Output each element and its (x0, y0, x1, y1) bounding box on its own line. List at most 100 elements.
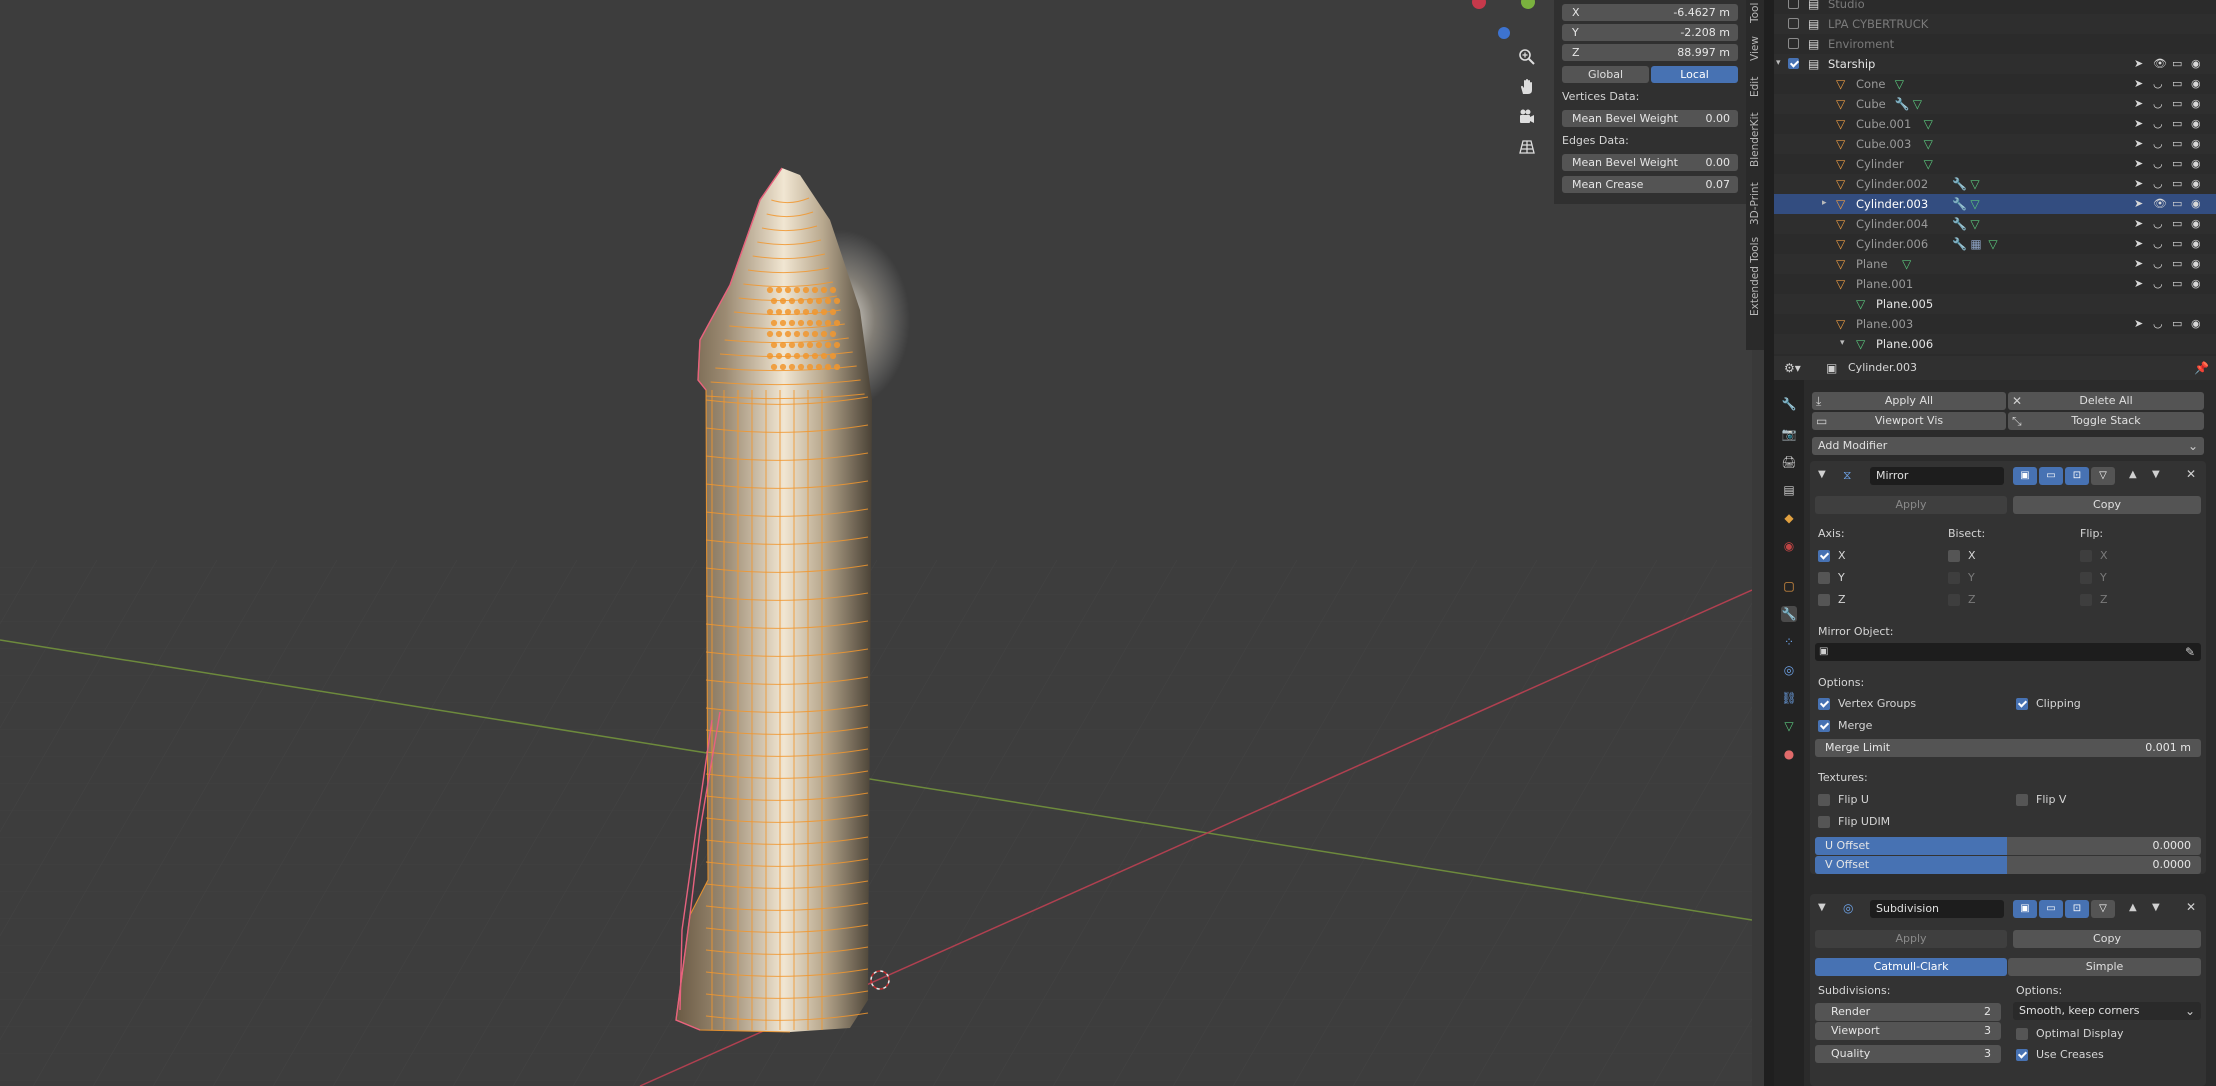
render-camera-icon[interactable]: ◉ (2191, 197, 2201, 210)
modifier-wrench-icon[interactable]: 🔧 (1952, 177, 1967, 191)
eye-icon[interactable]: ◡ (2153, 257, 2163, 270)
mesh-data-tab-icon[interactable]: ▽ (1781, 718, 1797, 734)
use-creases-checkbox[interactable] (2016, 1049, 2028, 1061)
move-down-icon[interactable]: ▼ (2152, 469, 2160, 480)
select-arrow-icon[interactable]: ➤ (2134, 117, 2143, 130)
location-z-field[interactable]: Z 88.997 m (1562, 44, 1738, 61)
flip-y-checkbox[interactable] (2080, 572, 2092, 584)
monitor-icon[interactable]: ▭ (2172, 217, 2182, 230)
monitor-icon[interactable]: ▭ (2172, 137, 2182, 150)
monitor-icon[interactable]: ▭ (2172, 77, 2182, 90)
quality-field[interactable]: Quality 3 (1815, 1045, 2001, 1063)
flip-z-checkbox[interactable] (2080, 594, 2092, 606)
collapse-triangle-icon[interactable]: ▼ (1818, 902, 1826, 913)
outliner-row[interactable]: ▽ Plane.001 ➤ ◡ ▭ ◉ (1774, 274, 2216, 294)
mean-crease-field[interactable]: Mean Crease 0.07 (1562, 176, 1738, 193)
viewport-toggle-icon[interactable]: ▭ (2039, 900, 2063, 918)
select-arrow-icon[interactable]: ➤ (2134, 157, 2143, 170)
output-tab-icon[interactable]: 🖨 (1781, 454, 1797, 470)
u-offset-slider[interactable]: U Offset 0.0000 (1815, 837, 2201, 855)
tab-tool[interactable]: Tool (1746, 0, 1764, 26)
modifier-wrench-icon[interactable]: 🔧 (1952, 237, 1967, 251)
eye-icon[interactable]: ◡ (2153, 217, 2163, 230)
material-tab-icon[interactable]: ● (1781, 746, 1797, 762)
location-x-field[interactable]: X -6.4627 m (1562, 4, 1738, 21)
axis-x-checkbox[interactable] (1818, 550, 1830, 562)
subdivision-copy-button[interactable]: Copy (2013, 930, 2201, 948)
monitor-icon[interactable]: ▭ (2172, 117, 2182, 130)
move-up-icon[interactable]: ▲ (2129, 902, 2137, 913)
render-camera-icon[interactable]: ◉ (2191, 317, 2201, 330)
simple-toggle[interactable]: Simple (2008, 958, 2201, 976)
select-arrow-icon[interactable]: ➤ (2134, 237, 2143, 250)
camera-icon[interactable] (1512, 102, 1542, 132)
remove-modifier-icon[interactable]: ✕ (2186, 900, 2196, 914)
mesh-data-icon[interactable]: ▽ (1970, 217, 1979, 231)
mesh-data-icon[interactable]: ▽ (1895, 77, 1904, 91)
render-camera-icon[interactable]: ◉ (2191, 237, 2201, 250)
collection-exclude-checkbox[interactable] (1788, 38, 1799, 49)
disclosure-triangle-icon[interactable]: ▾ (1776, 58, 1781, 68)
monitor-icon[interactable]: ▭ (2172, 237, 2182, 250)
render-camera-icon[interactable]: ◉ (2191, 277, 2201, 290)
monitor-icon[interactable]: ▭ (2172, 97, 2182, 110)
outliner-row[interactable]: ▽ Cylinder.004 🔧 ▽ ➤ ◡ ▭ ◉ (1774, 214, 2216, 234)
select-arrow-icon[interactable]: ➤ (2134, 317, 2143, 330)
particles-tab-icon[interactable]: ⁘ (1781, 634, 1797, 650)
on-cage-toggle-icon[interactable]: ▽ (2091, 467, 2115, 485)
render-camera-icon[interactable]: ◉ (2191, 157, 2201, 170)
modifier-wrench-icon[interactable]: 🔧 (1952, 197, 1967, 211)
flip-udim-checkbox[interactable] (1818, 816, 1830, 828)
edit-mode-toggle-icon[interactable]: ▣ (2013, 900, 2037, 918)
render-camera-icon[interactable]: ◉ (2191, 217, 2201, 230)
monitor-icon[interactable]: ▭ (2172, 257, 2182, 270)
eye-icon[interactable]: ◡ (2153, 117, 2163, 130)
disclosure-triangle-icon[interactable]: ▸ (1822, 198, 1827, 208)
apply-all-button[interactable]: ⤓ Apply All (1812, 392, 2006, 410)
on-cage-toggle-icon[interactable]: ▽ (2091, 900, 2115, 918)
merge-checkbox[interactable] (1818, 720, 1830, 732)
delete-all-button[interactable]: ✕ Delete All (2008, 392, 2204, 410)
tab-view[interactable]: View (1746, 32, 1764, 66)
clipping-checkbox[interactable] (2016, 698, 2028, 710)
zoom-icon[interactable] (1512, 42, 1542, 72)
add-modifier-dropdown[interactable]: Add Modifier ⌄ (1812, 437, 2204, 455)
outliner-row[interactable]: ▤ Enviroment (1774, 34, 2216, 54)
subdivision-apply-button[interactable]: Apply (1815, 930, 2007, 948)
modifier-wrench-icon[interactable]: 🔧 (1895, 97, 1910, 111)
move-up-icon[interactable]: ▲ (2129, 469, 2137, 480)
editor-type-icon[interactable]: ⚙▾ (1784, 361, 1801, 375)
render-camera-icon[interactable]: ◉ (2191, 117, 2201, 130)
physics-tab-icon[interactable]: ◎ (1781, 662, 1797, 678)
monitor-icon[interactable]: ▭ (2172, 157, 2182, 170)
mesh-data-icon[interactable]: ▽ (1902, 257, 1911, 271)
outliner-row[interactable]: ▽ Plane ▽ ➤ ◡ ▭ ◉ (1774, 254, 2216, 274)
outliner-row[interactable]: ▽ Cube.003 ▽ ➤ ◡ ▭ ◉ (1774, 134, 2216, 154)
constraints-tab-icon[interactable]: ⛓ (1781, 690, 1797, 706)
perspective-grid-icon[interactable] (1512, 132, 1542, 162)
axis-z-checkbox[interactable] (1818, 594, 1830, 606)
vertex-groups-checkbox[interactable] (1818, 698, 1830, 710)
collection-exclude-checkbox[interactable] (1788, 58, 1799, 69)
eye-icon[interactable]: ◡ (2153, 177, 2163, 190)
subdivision-name-field[interactable]: Subdivision (1870, 900, 2004, 918)
mesh-data-icon[interactable]: ▽ (1924, 137, 1933, 151)
mirror-apply-button[interactable]: Apply (1815, 496, 2007, 514)
global-toggle[interactable]: Global (1562, 66, 1649, 83)
move-down-icon[interactable]: ▼ (2152, 902, 2160, 913)
flip-u-checkbox[interactable] (1818, 794, 1830, 806)
viewport-vis-button[interactable]: ▭ Viewport Vis (1812, 412, 2006, 430)
render-camera-icon[interactable]: ◉ (2191, 137, 2201, 150)
monitor-icon[interactable]: ▭ (2172, 317, 2182, 330)
object-tab-icon[interactable]: ▢ (1781, 578, 1797, 594)
outliner-row[interactable]: ▽ Cylinder ▽ ➤ ◡ ▭ ◉ (1774, 154, 2216, 174)
monitor-icon[interactable]: ▭ (2172, 57, 2182, 70)
outliner[interactable]: ▤ Studio ▤ LPA CYBERTRUCK ▤ Enviroment ▾ ▤ Stars… (1774, 0, 2216, 356)
render-camera-icon[interactable]: ◉ (2191, 77, 2201, 90)
mesh-data-icon[interactable]: ▽ (1970, 197, 1979, 211)
viewport-toggle-icon[interactable]: ▭ (2039, 467, 2063, 485)
select-arrow-icon[interactable]: ➤ (2134, 257, 2143, 270)
scene-tab-icon[interactable]: ◆ (1781, 510, 1797, 526)
eye-icon[interactable]: ◡ (2153, 317, 2163, 330)
eye-icon[interactable]: ◡ (2153, 77, 2163, 90)
